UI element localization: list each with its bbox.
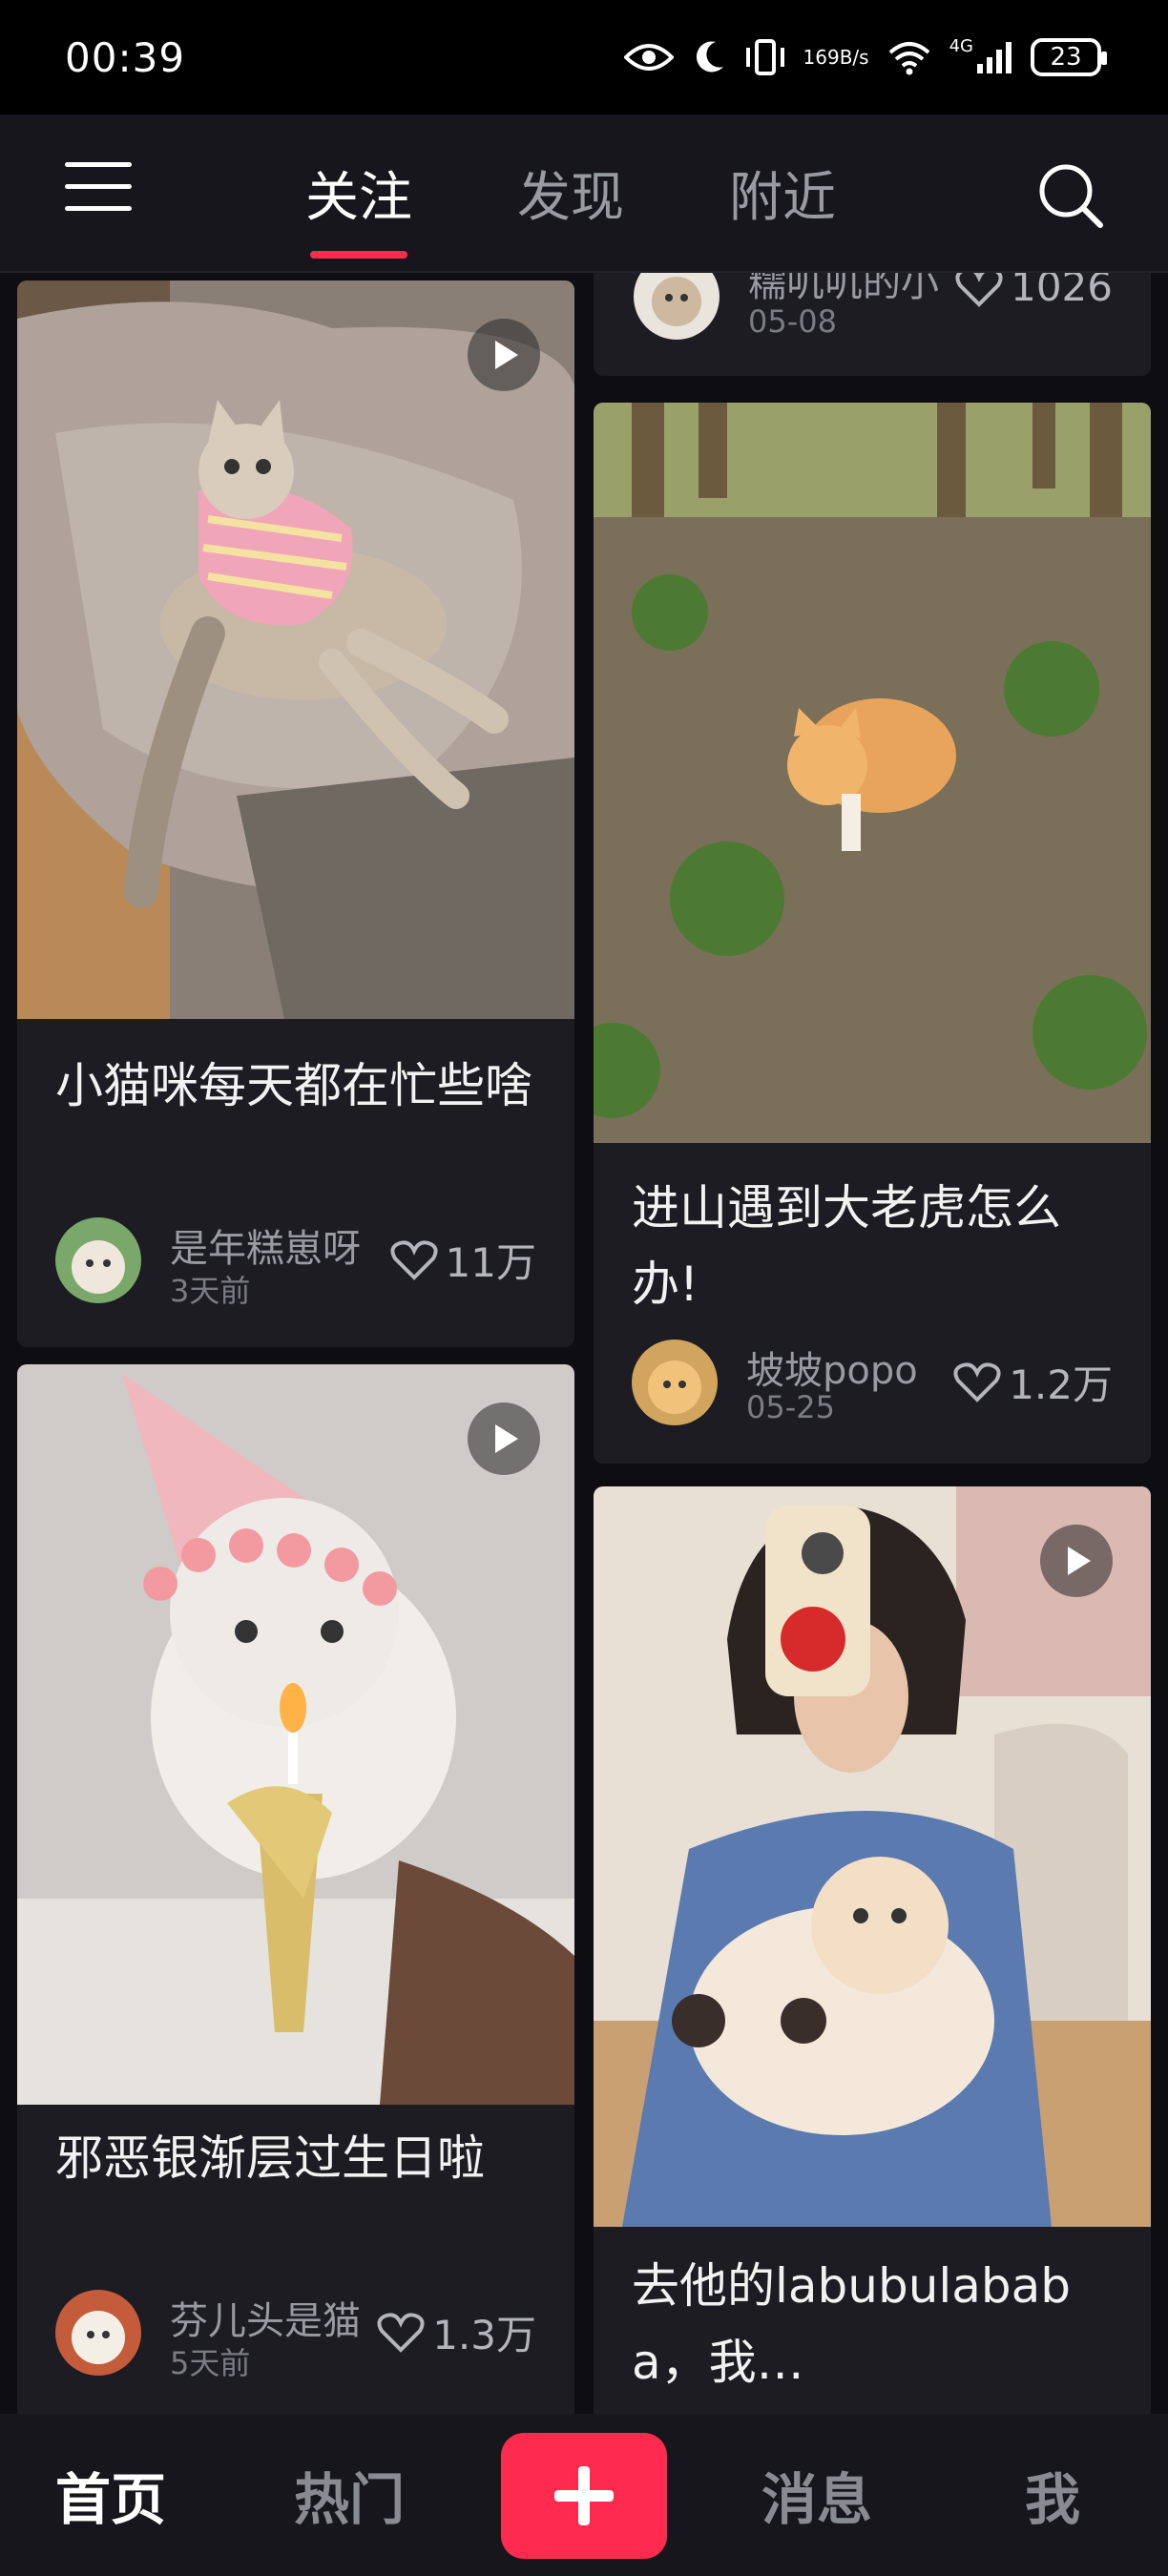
plus-icon (554, 2466, 614, 2525)
status-icons: 169 B/s 4G 23 (623, 35, 1107, 76)
search-button[interactable] (1035, 160, 1106, 231)
nav-me[interactable]: 我 (1025, 2455, 1080, 2535)
cat-photo (17, 280, 574, 1019)
play-icon[interactable] (468, 319, 540, 391)
like-count: 1026 (1011, 273, 1113, 310)
tab-following[interactable]: 关注 (305, 155, 412, 259)
author-row: 芬儿头是猫 5天前 1.3万 (55, 2290, 536, 2381)
author-name[interactable]: 糯叽叽的小 (748, 273, 977, 307)
like-button[interactable]: 11万 (389, 1231, 536, 1289)
avatar[interactable] (55, 2290, 141, 2376)
like-count: 1.3万 (432, 2312, 536, 2358)
cat-photo (594, 403, 1151, 1143)
menu-icon (65, 162, 132, 167)
author-name[interactable]: 芬儿头是猫 (170, 2290, 399, 2345)
network-type: 4G (949, 35, 973, 56)
tab-discover[interactable]: 发现 (517, 155, 624, 232)
like-count: 1.2万 (1009, 1361, 1113, 1408)
heart-icon (953, 1361, 1001, 1402)
avatar[interactable] (55, 1217, 141, 1303)
author-name[interactable]: 坡坡popo (746, 1340, 975, 1395)
status-bar: 00:39 169 B/s 4G 23 (0, 0, 1168, 114)
signal-icon: 4G (949, 35, 1013, 75)
heart-icon (955, 273, 1003, 307)
like-button[interactable]: 1.2万 (953, 1353, 1113, 1411)
card-title: 进山遇到大老虎怎么办! (632, 1180, 1061, 1312)
vibrate-icon (744, 38, 786, 76)
net-speed-unit: B/s (839, 46, 869, 69)
avatar[interactable] (632, 1340, 718, 1425)
author-row: 是年糕崽呀 3天前 11万 (55, 1217, 536, 1309)
feed-card[interactable]: 小猫咪每天都在忙些啥 是年糕崽呀 3天前 11万 (17, 280, 574, 1347)
play-icon[interactable] (1040, 1525, 1113, 1597)
post-date: 05-25 (746, 1389, 835, 1425)
author-row: 糯叽叽的小 05-08 1026 (634, 273, 1113, 343)
menu-button[interactable] (65, 162, 132, 219)
top-tabs: 关注 发现 附近 (305, 155, 836, 259)
feed-card[interactable]: 糯叽叽的小 05-08 1026 (594, 273, 1151, 376)
play-icon[interactable] (468, 1402, 540, 1475)
battery-level: 23 (1050, 43, 1082, 72)
feed: 小猫咪每天都在忙些啥 是年糕崽呀 3天前 11万 糯叽叽的小 05-08 102… (0, 273, 1168, 2414)
bottom-nav: 首页 热门 消息 我 (0, 2414, 1168, 2576)
author-name[interactable]: 是年糕崽呀 (170, 1217, 399, 1273)
feed-card[interactable]: 去他的labubulababa，我… (594, 1486, 1151, 2414)
wifi-icon (886, 39, 932, 75)
post-date: 05-08 (748, 303, 837, 340)
nav-messages[interactable]: 消息 (761, 2455, 872, 2535)
post-date: 3天前 (170, 1273, 251, 1309)
like-button[interactable]: 1026 (955, 273, 1113, 310)
heart-icon (389, 1239, 438, 1280)
net-speed-value: 169 (803, 46, 840, 69)
nav-home[interactable]: 首页 (55, 2455, 166, 2535)
like-count: 11万 (445, 1239, 536, 1286)
status-time: 00:39 (65, 33, 186, 81)
net-speed: 169 B/s (803, 47, 869, 68)
nav-hot[interactable]: 热门 (294, 2455, 405, 2535)
post-date: 5天前 (170, 2345, 251, 2381)
avatar[interactable] (634, 273, 720, 340)
feed-card[interactable]: 邪恶银渐层过生日啦 芬儿头是猫 5天前 1.3万 (17, 1364, 574, 2414)
cat-photo (17, 1364, 574, 2105)
search-icon (1039, 164, 1103, 228)
like-button[interactable]: 1.3万 (377, 2303, 536, 2361)
moon-icon (691, 38, 727, 76)
card-title: 小猫咪每天都在忙些啥 (55, 1058, 532, 1113)
battery-icon: 23 (1031, 38, 1107, 76)
top-nav: 关注 发现 附近 (0, 114, 1168, 273)
eye-icon (623, 40, 674, 74)
author-row: 坡坡popo 05-25 1.2万 (632, 1340, 1113, 1429)
add-post-button[interactable] (501, 2433, 667, 2559)
card-title: 邪恶银渐层过生日啦 (55, 2130, 485, 2186)
feed-card[interactable]: 进山遇到大老虎怎么办! 坡坡popo 05-25 1.2万 (594, 403, 1151, 1464)
cat-photo (594, 1486, 1151, 2227)
heart-icon (377, 2312, 425, 2353)
card-title: 去他的labubulababa，我… (632, 2258, 1072, 2390)
tab-nearby[interactable]: 附近 (729, 155, 836, 232)
